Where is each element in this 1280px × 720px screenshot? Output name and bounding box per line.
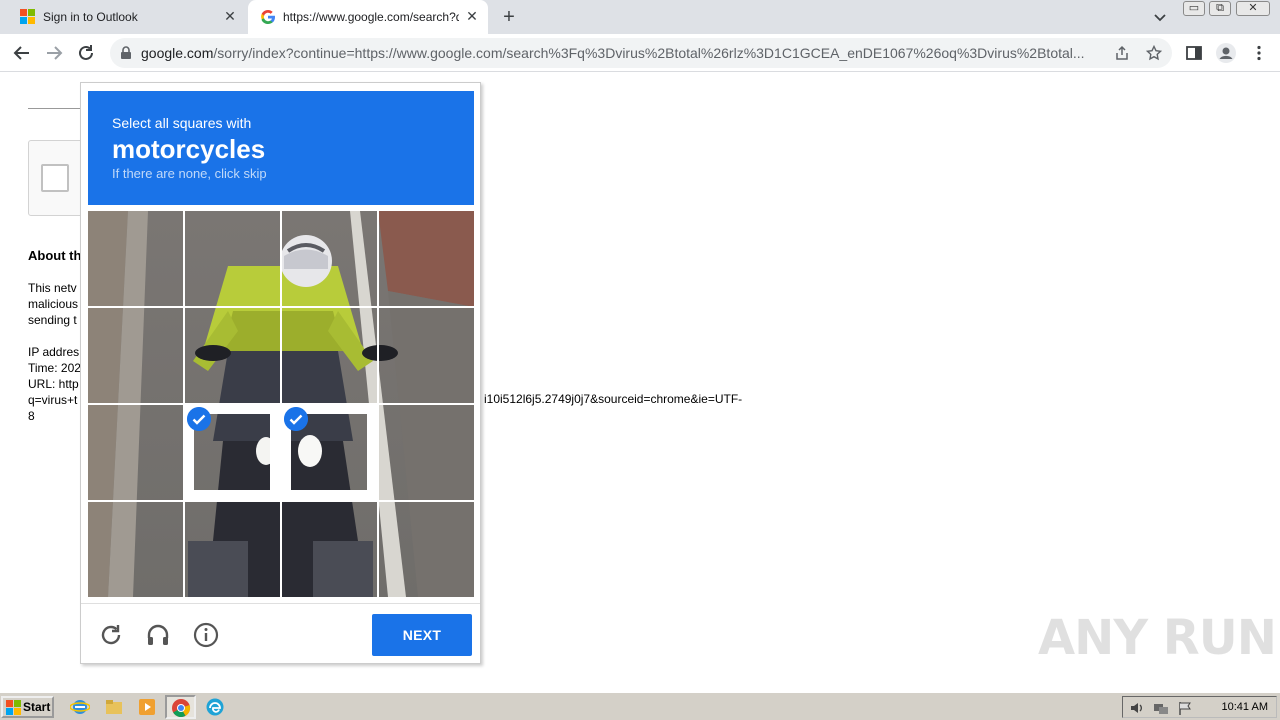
close-tab-icon[interactable]: ✕	[464, 8, 480, 24]
time-line: Time: 202	[28, 361, 81, 375]
reload-icon[interactable]	[98, 622, 124, 648]
instruction-hint: If there are none, click skip	[112, 166, 267, 181]
share-icon[interactable]	[1114, 45, 1130, 61]
profile-avatar-icon[interactable]	[1216, 43, 1236, 63]
tab-title: Sign in to Outlook	[43, 10, 138, 24]
next-button[interactable]: NEXT	[372, 614, 472, 656]
network-icon[interactable]	[1153, 700, 1169, 716]
url-line-tail: i10i512l6j5.2749j0j7&sourceid=chrome&ie=…	[484, 392, 743, 406]
captcha-tile[interactable]	[282, 502, 378, 598]
edge-icon[interactable]	[205, 697, 225, 717]
captcha-tile[interactable]	[88, 308, 184, 404]
about-heading: About th	[28, 248, 82, 263]
forward-arrow-icon[interactable]	[43, 42, 65, 64]
file-explorer-icon[interactable]	[104, 697, 124, 717]
taskbar-chrome-active[interactable]	[165, 695, 196, 719]
bookmark-star-icon[interactable]	[1146, 45, 1162, 61]
paragraph-line: This netv	[28, 281, 77, 295]
url-line: q=virus+t	[28, 393, 78, 407]
address-bar[interactable]: google.com/sorry/index?continue=https://…	[110, 38, 1172, 68]
captcha-footer: NEXT	[81, 603, 480, 663]
tab-outlook[interactable]: Sign in to Outlook ✕	[8, 0, 246, 34]
captcha-tile[interactable]	[88, 502, 184, 598]
windows-logo-icon	[6, 699, 21, 715]
captcha-tile[interactable]	[282, 211, 378, 307]
checkmark-icon	[187, 407, 211, 431]
instruction-text: Select all squares with	[112, 115, 252, 131]
checkmark-icon	[284, 407, 308, 431]
url-line: URL: http	[28, 377, 79, 391]
start-button[interactable]: Start	[1, 696, 54, 718]
audio-icon[interactable]	[145, 622, 171, 648]
captcha-instructions: Select all squares with motorcycles If t…	[88, 91, 474, 205]
captcha-tile-selected[interactable]	[282, 405, 378, 501]
ip-address-line: IP addres	[28, 345, 80, 359]
recaptcha-checkbox[interactable]	[41, 164, 69, 192]
close-window-button[interactable]: ✕	[1236, 1, 1270, 16]
back-arrow-icon[interactable]	[11, 42, 33, 64]
paragraph-line: malicious	[28, 297, 79, 311]
volume-icon[interactable]	[1129, 700, 1145, 716]
taskbar: Start 10:41 AM	[0, 692, 1280, 720]
action-center-flag-icon[interactable]	[1177, 700, 1193, 716]
microsoft-logo-icon	[20, 9, 36, 25]
captcha-tile-selected[interactable]	[185, 405, 281, 501]
paragraph-line: sending t	[28, 313, 77, 327]
captcha-tile[interactable]	[185, 211, 281, 307]
recaptcha-widget	[28, 140, 88, 216]
captcha-tile[interactable]	[379, 405, 475, 501]
captcha-challenge: Select all squares with motorcycles If t…	[80, 82, 481, 664]
captcha-tile[interactable]	[185, 502, 281, 598]
chevron-down-icon[interactable]	[1152, 9, 1168, 25]
tab-strip: Sign in to Outlook ✕ https://www.google.…	[0, 0, 1280, 34]
instruction-target: motorcycles	[112, 134, 266, 164]
minimize-button[interactable]: ▭	[1183, 1, 1205, 16]
url-line: 8	[28, 409, 35, 423]
restore-button[interactable]: ⧉	[1209, 1, 1231, 16]
anyrun-watermark: ANY RUN	[1038, 610, 1277, 666]
internet-explorer-icon[interactable]	[70, 697, 90, 717]
close-tab-icon[interactable]: ✕	[222, 8, 238, 24]
divider	[28, 108, 88, 109]
captcha-tile[interactable]	[282, 308, 378, 404]
info-icon[interactable]	[193, 622, 219, 648]
captcha-tile[interactable]	[88, 405, 184, 501]
tab-google-search[interactable]: https://www.google.com/search?q= ✕	[248, 0, 488, 34]
captcha-tile[interactable]	[379, 502, 475, 598]
captcha-tile[interactable]	[185, 308, 281, 404]
captcha-tile[interactable]	[379, 211, 475, 307]
reload-page-icon[interactable]	[75, 42, 97, 64]
url-text: google.com/sorry/index?continue=https://…	[141, 45, 1085, 61]
browser-toolbar: google.com/sorry/index?continue=https://…	[0, 34, 1280, 72]
chrome-icon	[172, 699, 191, 718]
new-tab-button[interactable]: +	[499, 7, 519, 27]
more-menu-icon[interactable]	[1250, 44, 1268, 62]
media-player-icon[interactable]	[137, 697, 157, 717]
start-label: Start	[23, 700, 51, 714]
captcha-image-grid	[88, 211, 474, 597]
captcha-tile[interactable]	[88, 211, 184, 307]
side-panel-icon[interactable]	[1185, 44, 1203, 62]
system-tray: 10:41 AM	[1122, 696, 1277, 718]
google-logo-icon	[261, 10, 275, 24]
clock[interactable]: 10:41 AM	[1222, 701, 1268, 713]
captcha-tile[interactable]	[379, 308, 475, 404]
lock-icon[interactable]	[120, 46, 132, 60]
tab-title: https://www.google.com/search?q=	[283, 10, 459, 24]
